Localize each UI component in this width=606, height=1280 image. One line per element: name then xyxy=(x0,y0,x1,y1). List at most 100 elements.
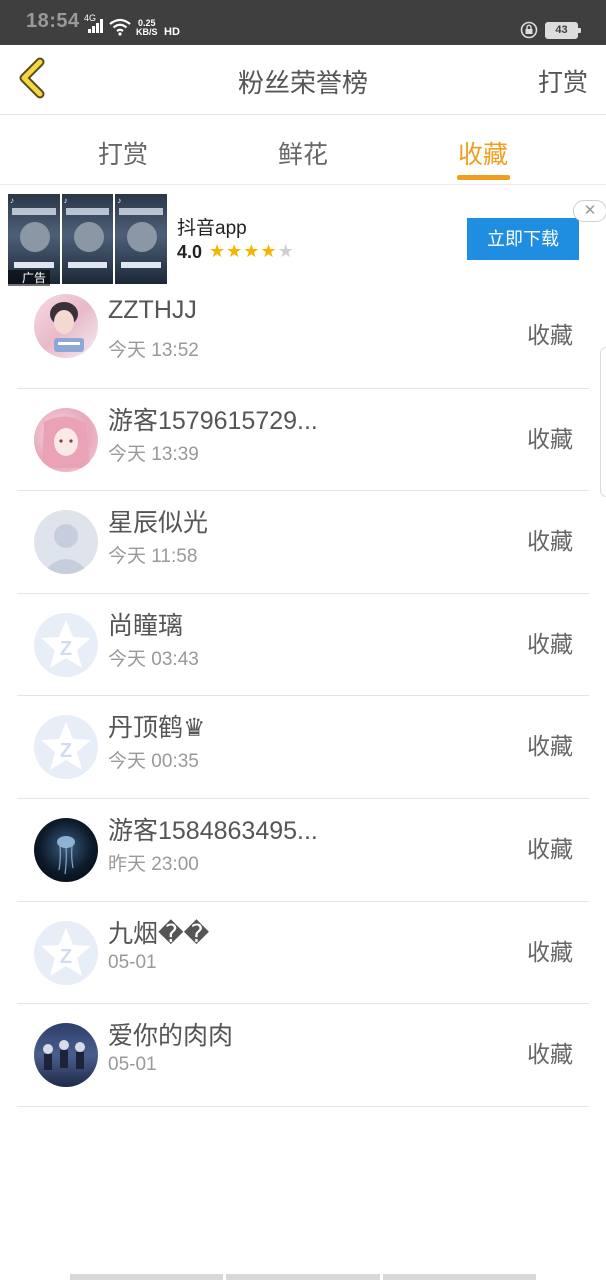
thumbnail-caption xyxy=(12,208,56,215)
jellyfish-avatar-icon xyxy=(57,835,75,875)
tab-flowers[interactable]: 鲜花 xyxy=(278,135,328,171)
collect-label: 收藏 xyxy=(527,630,573,657)
download-button[interactable]: 立即下载 xyxy=(467,218,579,260)
star-icon: ★ xyxy=(243,241,261,261)
list-item[interactable]: Z 九烟�� 05-01 收藏 xyxy=(17,902,589,1005)
fan-name: 星辰似光 xyxy=(108,509,209,538)
thumbnail-caption xyxy=(119,208,164,215)
qq-star-icon: Z xyxy=(41,619,91,668)
fan-time: 今天 03:43 xyxy=(108,648,199,670)
tab-reward[interactable]: 打赏 xyxy=(98,135,148,171)
list-item[interactable]: 爱你的肉肉 05-01 收藏 xyxy=(17,1004,589,1107)
fan-time: 今天 13:39 xyxy=(108,443,199,465)
fan-list: ZZTHJJ 今天 13:52 收藏 游客1579615729... 今天 13… xyxy=(17,286,589,1107)
ad-thumbnail-frame: ♪ xyxy=(115,194,168,284)
avatar[interactable] xyxy=(34,294,98,358)
wifi-icon xyxy=(109,18,131,36)
fan-time: 今天 11:58 xyxy=(108,546,198,568)
nav-header: 粉丝荣誉榜 打赏 xyxy=(0,45,606,115)
fan-time: 05-01 xyxy=(108,951,157,973)
collect-label: 收藏 xyxy=(527,835,573,862)
fan-time: 昨天 23:00 xyxy=(108,853,199,875)
collect-label: 收藏 xyxy=(527,528,573,555)
collect-label: 收藏 xyxy=(527,938,573,965)
avatar[interactable] xyxy=(34,817,98,882)
collect-label: 收藏 xyxy=(527,1041,573,1068)
side-scroll-handle[interactable] xyxy=(600,347,606,497)
avatar[interactable]: Z xyxy=(34,715,98,780)
signal-icon xyxy=(88,19,103,33)
tab-bar: 打赏 鲜花 收藏 xyxy=(0,115,606,185)
star-icon: ★ xyxy=(226,241,244,261)
nav-indicator-segment xyxy=(382,1274,536,1280)
ad-label: 广告 xyxy=(8,270,50,286)
avatar[interactable]: Z xyxy=(34,920,98,985)
active-tab-indicator xyxy=(457,175,510,180)
thumbnail-bar xyxy=(67,262,108,268)
avatar[interactable]: Z xyxy=(34,612,98,677)
avatar[interactable] xyxy=(34,510,98,575)
list-item[interactable]: Z 尚瞳璃 今天 03:43 收藏 xyxy=(17,594,589,697)
status-bar: 18:54 4G 0.25 KB/S HD 43 xyxy=(0,0,606,45)
fan-name: 尚瞳璃 xyxy=(108,611,184,640)
fan-name: 丹顶鹤♛ xyxy=(108,714,206,743)
thumbnail-caption xyxy=(65,208,110,215)
photo-avatar-icon xyxy=(50,302,84,352)
thumbnail-bar xyxy=(121,262,162,268)
reward-button[interactable]: 打赏 xyxy=(538,63,588,99)
fan-name: 游客1579615729... xyxy=(108,406,318,435)
list-item[interactable]: 星辰似光 今天 11:58 收藏 xyxy=(17,491,589,594)
fan-time: 今天 13:52 xyxy=(108,340,199,361)
tiktok-icon: ♪ xyxy=(117,196,122,205)
svg-text:Z: Z xyxy=(60,638,72,660)
list-item[interactable]: 游客1584863495... 昨天 23:00 收藏 xyxy=(17,799,589,902)
group-photo-avatar-icon xyxy=(43,1040,85,1071)
fan-name: ZZTHJJ xyxy=(108,296,197,324)
tiktok-icon: ♪ xyxy=(10,196,14,205)
fan-name: 游客1584863495... xyxy=(108,816,318,845)
avatar[interactable] xyxy=(34,1023,98,1088)
close-icon[interactable]: ✕ xyxy=(573,200,606,222)
status-time: 18:54 xyxy=(26,10,80,32)
battery-icon: 43 xyxy=(545,22,581,39)
fan-name: 九烟�� xyxy=(108,919,210,948)
page-title: 粉丝荣誉榜 xyxy=(237,68,368,98)
collect-label: 收藏 xyxy=(527,322,573,348)
list-item[interactable]: 游客1579615729... 今天 13:39 收藏 xyxy=(17,389,589,492)
thumbnail-figure xyxy=(73,222,104,252)
anime-avatar-icon xyxy=(42,416,90,468)
list-item[interactable]: Z 丹顶鹤♛ 今天 00:35 收藏 xyxy=(17,696,589,799)
list-item[interactable]: ZZTHJJ 今天 13:52 收藏 xyxy=(17,286,589,389)
star-empty-icon: ★ xyxy=(277,241,295,261)
bottom-nav-indicator xyxy=(70,1274,536,1280)
thumbnail-bar xyxy=(14,262,54,268)
default-person-icon xyxy=(42,524,90,575)
avatar[interactable] xyxy=(34,407,98,472)
fan-name: 爱你的肉肉 xyxy=(108,1022,234,1051)
ad-app-name: 抖音app xyxy=(177,218,247,239)
ad-banner[interactable]: ♪ ♪ ♪ 广告 抖音app 4.0 ★★★★★ 立即下载 ✕ xyxy=(0,186,606,286)
ad-rating: 4.0 xyxy=(177,242,203,262)
nav-indicator-segment xyxy=(226,1274,380,1280)
qq-star-icon: Z xyxy=(41,722,91,771)
hd-indicator: HD xyxy=(164,26,180,38)
fan-time: 05-01 xyxy=(108,1054,157,1076)
star-icon: ★ xyxy=(260,241,278,261)
collect-label: 收藏 xyxy=(527,733,573,760)
tiktok-icon: ♪ xyxy=(63,196,68,205)
ad-thumbnail-frame: ♪ xyxy=(61,194,114,284)
tab-favorites[interactable]: 收藏 xyxy=(458,135,508,171)
rotation-lock-icon xyxy=(520,21,538,39)
star-icon: ★ xyxy=(209,241,227,261)
fan-time: 今天 00:35 xyxy=(108,751,199,773)
thumbnail-figure xyxy=(20,222,50,252)
network-speed: 0.25 KB/S xyxy=(136,19,158,37)
thumbnail-figure xyxy=(127,222,158,252)
svg-text:Z: Z xyxy=(60,946,72,968)
rating-stars: ★★★★★ xyxy=(209,241,295,262)
network-speed-unit: KB/S xyxy=(136,27,158,37)
qq-star-icon: Z xyxy=(41,927,91,976)
svg-text:Z: Z xyxy=(60,740,72,762)
nav-indicator-segment xyxy=(70,1274,224,1280)
collect-label: 收藏 xyxy=(527,425,573,452)
